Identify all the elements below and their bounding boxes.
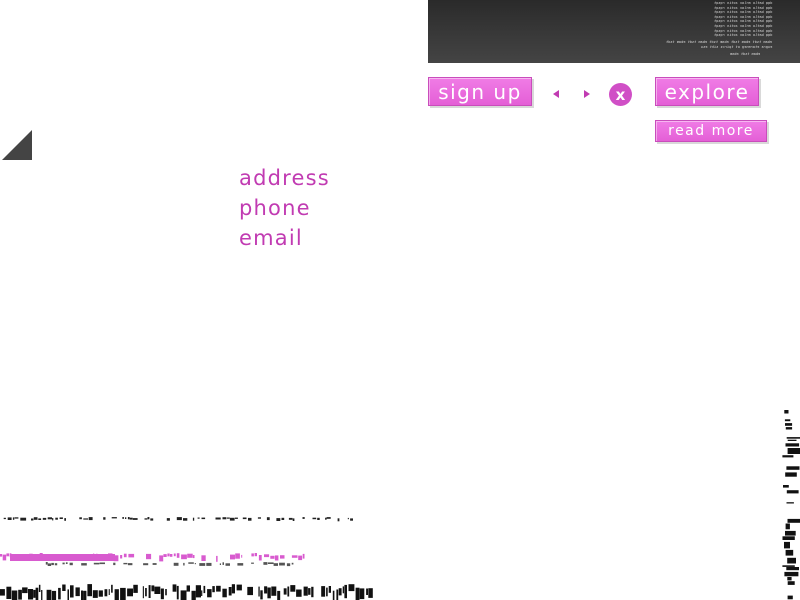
previous-arrow-icon[interactable]: [550, 88, 562, 100]
code-line: dqq batlo enlav zotin rqsqt: [714, 28, 773, 33]
code-line: dqq batlo enlav zotin rqsqt: [714, 19, 773, 24]
close-button[interactable]: x: [609, 83, 632, 106]
next-arrow-icon[interactable]: [581, 88, 593, 100]
address-link[interactable]: address: [239, 168, 330, 189]
code-line: ebam tsdt ebam: [730, 52, 761, 56]
code-line: dqq batlo enlav zotin rqsqt: [714, 5, 773, 10]
phone-link[interactable]: phone: [239, 198, 311, 219]
code-line: dqq batlo enlav zotin rqsqt: [714, 24, 773, 28]
code-line: dqq batlo enlav zotin rqsqt: [714, 14, 773, 19]
code-line: eugra etareneg ot tpircs siht esu: [701, 44, 773, 49]
read-more-button[interactable]: read more: [655, 120, 767, 142]
grunge-decoration-bottom: [0, 517, 373, 600]
explore-button[interactable]: explore: [655, 77, 759, 106]
email-link[interactable]: email: [239, 228, 303, 249]
code-line: dqq batlo enlav zotin rqsqt: [714, 10, 773, 15]
corner-triangle-icon: [2, 130, 32, 160]
code-preview-panel: dqq batlo enlav zotin rqsqt dqq batlo enl…: [428, 0, 800, 63]
page-canvas: dqq batlo enlav zotin rqsqt dqq batlo enl…: [0, 0, 800, 600]
grunge-decoration-right: [782, 410, 800, 600]
code-line: dqq batlo enlav zotin rqsqt: [714, 1, 773, 5]
code-line: ebam tsdt ebam tsdt ebam tsdt ebam tsdt …: [666, 40, 773, 44]
code-line: dqq batlo enlav zotin rqsqt: [714, 33, 773, 38]
sign-up-button[interactable]: sign up: [428, 77, 532, 106]
